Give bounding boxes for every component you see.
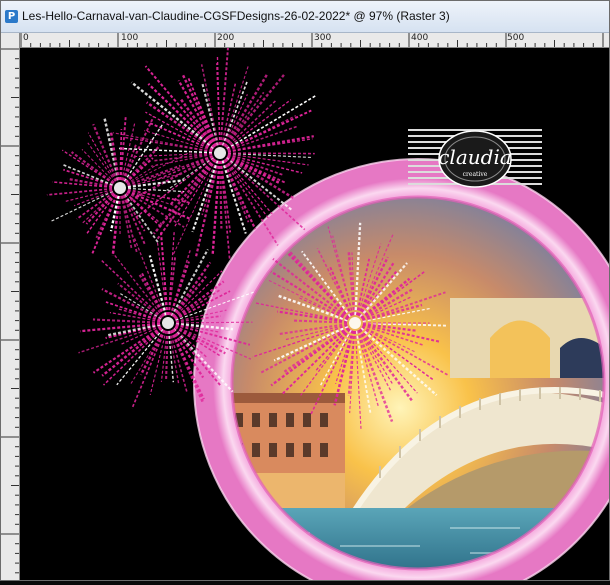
ruler-label-200: 200 <box>217 33 234 43</box>
ruler-label-400: 400 <box>411 33 428 43</box>
claudia-watermark: claudia creative <box>408 126 542 190</box>
vertical-ruler-ticks <box>1 33 19 580</box>
firework-burst-left <box>47 116 191 256</box>
window-title: Les-Hello-Carnaval-van-Claudine-CGSFDesi… <box>22 9 450 23</box>
image-window: P Les-Hello-Carnaval-van-Claudine-CGSFDe… <box>0 0 610 581</box>
watermark-tagline: creative <box>408 171 542 178</box>
ruler-label-100: 100 <box>121 33 138 43</box>
watermark-name: claudia <box>408 145 542 169</box>
window-titlebar[interactable]: P Les-Hello-Carnaval-van-Claudine-CGSFDe… <box>1 1 609 33</box>
ruler-label-0: 0 <box>23 33 29 43</box>
vertical-ruler <box>1 33 20 580</box>
horizontal-ruler: 0 100 200 300 400 500 <box>19 33 609 48</box>
app-icon[interactable]: P <box>5 10 18 23</box>
ruler-label-300: 300 <box>314 33 331 43</box>
ruler-label-500: 500 <box>507 33 524 43</box>
image-canvas[interactable]: claudia creative <box>20 48 609 580</box>
